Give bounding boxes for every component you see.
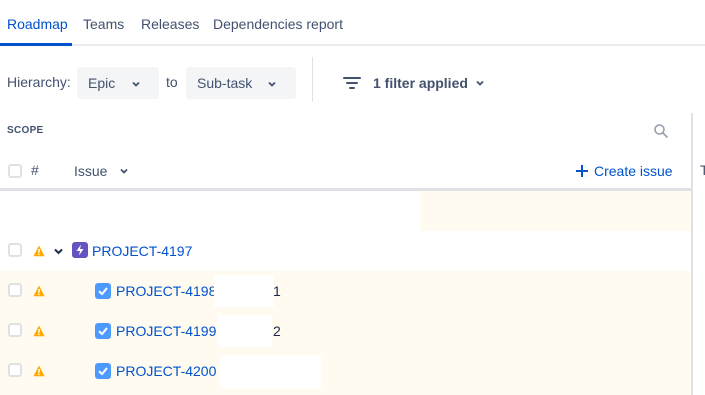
- issue-key-link[interactable]: PROJECT-4197: [92, 243, 192, 259]
- active-tab-indicator: [0, 43, 72, 46]
- hierarchy-from-select[interactable]: Epic: [77, 67, 159, 99]
- warning-icon: [33, 325, 45, 337]
- hierarchy-to-value: Sub-task: [197, 75, 253, 91]
- row-checkbox[interactable]: [8, 323, 22, 337]
- redacted-content: [218, 315, 272, 347]
- create-issue-label: Create issue: [594, 163, 673, 179]
- select-all-checkbox[interactable]: [8, 164, 22, 178]
- redacted-content: [214, 275, 274, 307]
- issue-summary-fragment: 1: [273, 283, 281, 299]
- filter-button[interactable]: 1 filter applied: [343, 72, 485, 94]
- warning-icon: [33, 365, 45, 377]
- next-column-header: T: [700, 162, 705, 178]
- chevron-down-icon: [476, 80, 484, 86]
- rank-column-header: #: [31, 162, 39, 178]
- chevron-down-icon: [268, 81, 276, 87]
- issue-key-link[interactable]: PROJECT-4198: [116, 283, 216, 299]
- row-checkbox[interactable]: [8, 283, 22, 297]
- hierarchy-label: Hierarchy:: [7, 74, 71, 90]
- issue-summary-fragment: 2: [273, 323, 281, 339]
- redacted-content: [220, 355, 321, 389]
- tab-dependencies-report[interactable]: Dependencies report: [213, 16, 343, 32]
- subtask-icon: [95, 283, 111, 299]
- scope-heading: SCOPE: [7, 125, 44, 136]
- toolbar-divider: [312, 57, 313, 102]
- search-icon[interactable]: [653, 123, 669, 139]
- filter-icon: [343, 77, 361, 89]
- tab-teams[interactable]: Teams: [83, 16, 124, 32]
- table-row: PROJECT-4198 1: [0, 271, 691, 311]
- table-row: PROJECT-4197: [0, 231, 691, 271]
- chevron-down-icon: [132, 81, 140, 87]
- subtask-icon: [95, 363, 111, 379]
- filter-label: 1 filter applied: [373, 75, 468, 91]
- to-label: to: [166, 74, 178, 90]
- tab-roadmap[interactable]: Roadmap: [7, 16, 68, 32]
- subtask-icon: [95, 323, 111, 339]
- chevron-down-icon: [120, 168, 129, 174]
- epic-icon: [72, 242, 88, 258]
- chevron-down-icon[interactable]: [53, 246, 64, 257]
- table-row: [0, 191, 691, 231]
- issue-column-label: Issue: [74, 163, 108, 179]
- table-row: PROJECT-4200: [0, 351, 691, 395]
- issue-key-link[interactable]: PROJECT-4200: [116, 363, 216, 379]
- issue-column-header[interactable]: Issue: [74, 163, 129, 179]
- row-checkbox[interactable]: [8, 363, 22, 377]
- issue-key-link[interactable]: PROJECT-4199: [116, 323, 216, 339]
- warning-icon: [33, 245, 45, 257]
- plus-icon: [576, 165, 588, 177]
- create-issue-button[interactable]: Create issue: [575, 163, 673, 179]
- warning-icon: [33, 285, 45, 297]
- redacted-content: [0, 191, 420, 231]
- tab-releases[interactable]: Releases: [141, 16, 199, 32]
- row-checkbox[interactable]: [8, 243, 22, 257]
- hierarchy-from-value: Epic: [88, 75, 116, 91]
- table-row: PROJECT-4199 2: [0, 311, 691, 351]
- tab-bar: Roadmap Teams Releases Dependencies repo…: [0, 0, 705, 46]
- column-divider: [691, 113, 693, 395]
- hierarchy-to-select[interactable]: Sub-task: [186, 67, 296, 99]
